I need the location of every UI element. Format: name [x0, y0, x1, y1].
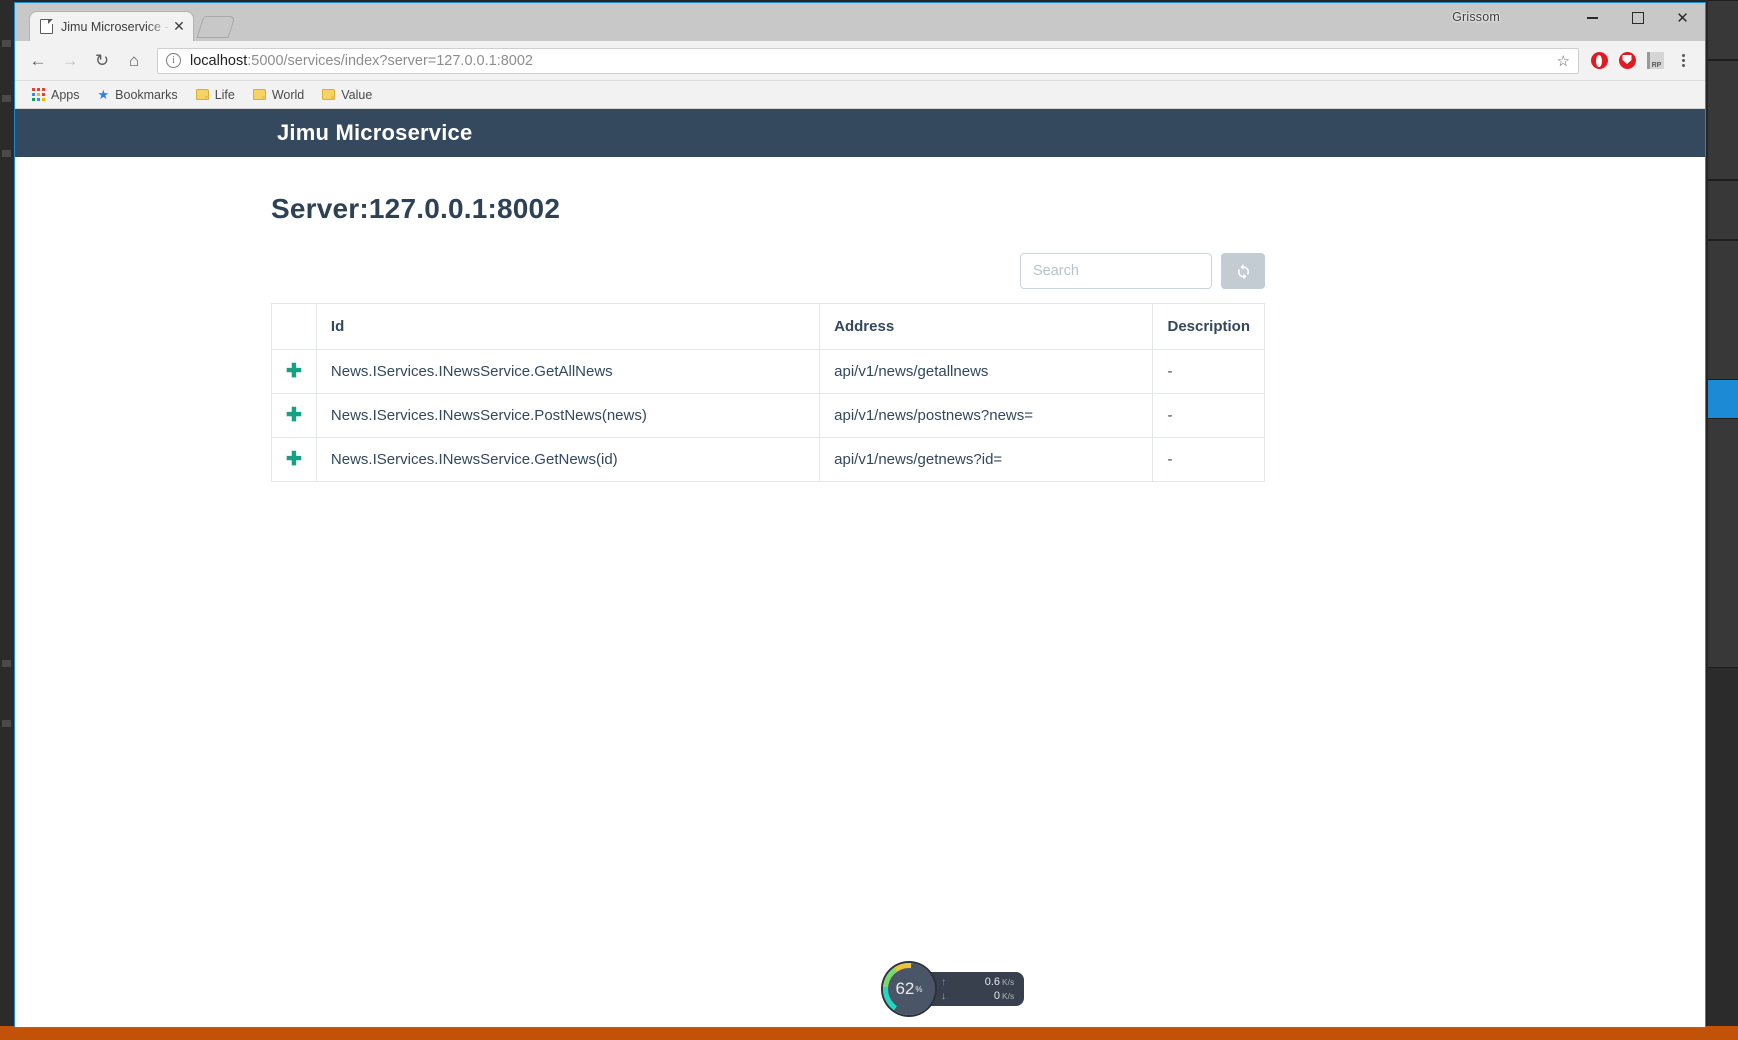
row-expand-cell[interactable]: ✚	[271, 437, 317, 482]
system-monitor-widget[interactable]: 62% ↑ 0.6 K/s ↓ 0 K/s	[883, 963, 1025, 1015]
desktop-right-strip	[1708, 0, 1738, 1040]
url-host: localhost	[190, 52, 248, 69]
download-row: ↓ 0 K/s	[941, 990, 1014, 1002]
tab-strip: Jimu Microservice - Ser ✕ Grissom ✕	[15, 3, 1705, 41]
folder-icon	[252, 89, 266, 100]
bookmark-label: Bookmarks	[115, 87, 178, 102]
bookmark-label: Life	[214, 87, 235, 102]
upload-row: ↑ 0.6 K/s	[941, 976, 1014, 988]
column-header-description: Description	[1152, 303, 1265, 350]
cell-id: News.IServices.INewsService.GetAllNews	[315, 349, 821, 394]
home-icon[interactable]: ⌂	[119, 46, 149, 76]
upload-arrow-icon: ↑	[941, 976, 946, 988]
tab-title: Jimu Microservice - Ser	[61, 19, 171, 34]
cell-description: -	[1152, 437, 1265, 482]
page-content: Server:127.0.0.1:8002 Id A	[15, 193, 1705, 482]
site-info-icon[interactable]: i	[166, 53, 181, 68]
bookmark-item-world[interactable]: World	[246, 86, 311, 104]
cell-address: api/v1/news/getnews?id=	[819, 437, 1154, 482]
upload-value: 0.6	[984, 976, 1000, 988]
network-stats: ↑ 0.6 K/s ↓ 0 K/s	[921, 972, 1025, 1006]
cell-id: News.IServices.INewsService.GetNews(id)	[315, 437, 821, 482]
cell-address: api/v1/news/postnews?news=	[819, 393, 1154, 438]
upload-unit: K/s	[1002, 977, 1015, 987]
address-bar-url: localhost:5000/services/index?server=127…	[190, 53, 533, 69]
cell-description: -	[1152, 393, 1265, 438]
refresh-button[interactable]	[1221, 253, 1265, 289]
bookmark-item-apps[interactable]: Apps	[25, 86, 87, 104]
app-brand[interactable]: Jimu Microservice	[277, 120, 472, 146]
table-body: ✚ News.IServices.INewsService.GetAllNews…	[271, 349, 1265, 482]
url-path: :5000/services/index?server=127.0.0.1:80…	[247, 52, 533, 69]
requestpolicy-icon[interactable]: RP	[1641, 47, 1669, 75]
browser-toolbar: ← → ↻ ⌂ i localhost:5000/services/index?…	[15, 41, 1705, 81]
plus-icon[interactable]: ✚	[286, 449, 302, 470]
bookmark-item-life[interactable]: Life	[189, 86, 242, 104]
new-tab-button[interactable]	[196, 16, 236, 38]
star-icon: ★	[97, 86, 110, 102]
plus-icon[interactable]: ✚	[286, 405, 302, 426]
forward-icon[interactable]: →	[55, 46, 85, 76]
download-value: 0	[993, 990, 1000, 1002]
address-bar[interactable]: i localhost:5000/services/index?server=1…	[157, 47, 1579, 74]
opera-vpn-icon[interactable]	[1585, 47, 1613, 75]
page-favicon-icon	[40, 19, 53, 34]
table-row: ✚ News.IServices.INewsService.GetAllNews…	[271, 349, 1265, 394]
plus-icon[interactable]: ✚	[286, 361, 302, 382]
browser-tab[interactable]: Jimu Microservice - Ser ✕	[29, 11, 194, 41]
table-row: ✚ News.IServices.INewsService.GetNews(id…	[271, 437, 1265, 482]
desktop-left-strip	[0, 0, 14, 1040]
refresh-icon	[1237, 263, 1249, 279]
adblock-shield-icon[interactable]	[1613, 47, 1641, 75]
cpu-percent: 62	[895, 979, 915, 998]
window-user-label[interactable]: Grissom	[1452, 10, 1500, 24]
services-table-wrapper: Id Address Description ✚ News.IServices.…	[271, 303, 1265, 482]
cpu-percent-unit: %	[915, 984, 923, 994]
cell-description: -	[1152, 349, 1265, 394]
bookmark-label: Value	[341, 87, 373, 102]
minimize-button[interactable]	[1570, 3, 1615, 33]
browser-window: Jimu Microservice - Ser ✕ Grissom ✕ ← → …	[14, 2, 1706, 1028]
row-expand-cell[interactable]: ✚	[271, 349, 317, 394]
desktop-bottom-bar	[0, 1026, 1738, 1040]
row-expand-cell[interactable]: ✚	[271, 393, 317, 438]
table-header-row: Id Address Description	[271, 303, 1265, 350]
cpu-gauge-value: 62%	[883, 963, 935, 1015]
download-arrow-icon: ↓	[941, 990, 946, 1002]
page-title: Server:127.0.0.1:8002	[271, 193, 561, 224]
cpu-gauge: 62%	[883, 963, 935, 1015]
table-row: ✚ News.IServices.INewsService.PostNews(n…	[271, 393, 1265, 438]
search-input[interactable]	[1020, 253, 1212, 289]
bookmark-item-bookmarks[interactable]: ★ Bookmarks	[91, 85, 185, 105]
apps-grid-icon	[32, 88, 45, 101]
column-header-expand	[271, 303, 317, 350]
close-window-button[interactable]: ✕	[1660, 3, 1705, 33]
browser-menu-icon[interactable]	[1669, 47, 1697, 75]
cell-address: api/v1/news/getallnews	[819, 349, 1154, 394]
bookmark-label: Apps	[51, 87, 80, 102]
bookmark-item-value[interactable]: Value	[315, 86, 379, 104]
page-viewport: Jimu Microservice Server:127.0.0.1:8002	[15, 109, 1705, 1027]
services-table: Id Address Description ✚ News.IServices.…	[271, 303, 1265, 482]
app-navbar: Jimu Microservice	[15, 109, 1705, 157]
column-header-id: Id	[315, 303, 821, 350]
maximize-button[interactable]	[1615, 3, 1660, 33]
download-unit: K/s	[1002, 991, 1015, 1001]
column-header-address: Address	[819, 303, 1154, 350]
cell-id: News.IServices.INewsService.PostNews(new…	[315, 393, 821, 438]
window-controls: ✕	[1570, 3, 1705, 33]
folder-icon	[195, 89, 209, 100]
bookmark-label: World	[271, 87, 305, 102]
folder-icon	[322, 89, 336, 100]
table-toolbar	[15, 253, 1265, 289]
bookmarks-bar: Apps ★ Bookmarks Life World Value	[15, 81, 1705, 109]
table-head: Id Address Description	[271, 303, 1265, 350]
back-icon[interactable]: ←	[23, 46, 53, 76]
tab-close-icon[interactable]: ✕	[171, 18, 187, 35]
reload-icon[interactable]: ↻	[87, 46, 117, 76]
bookmark-star-icon[interactable]: ☆	[1557, 52, 1570, 70]
